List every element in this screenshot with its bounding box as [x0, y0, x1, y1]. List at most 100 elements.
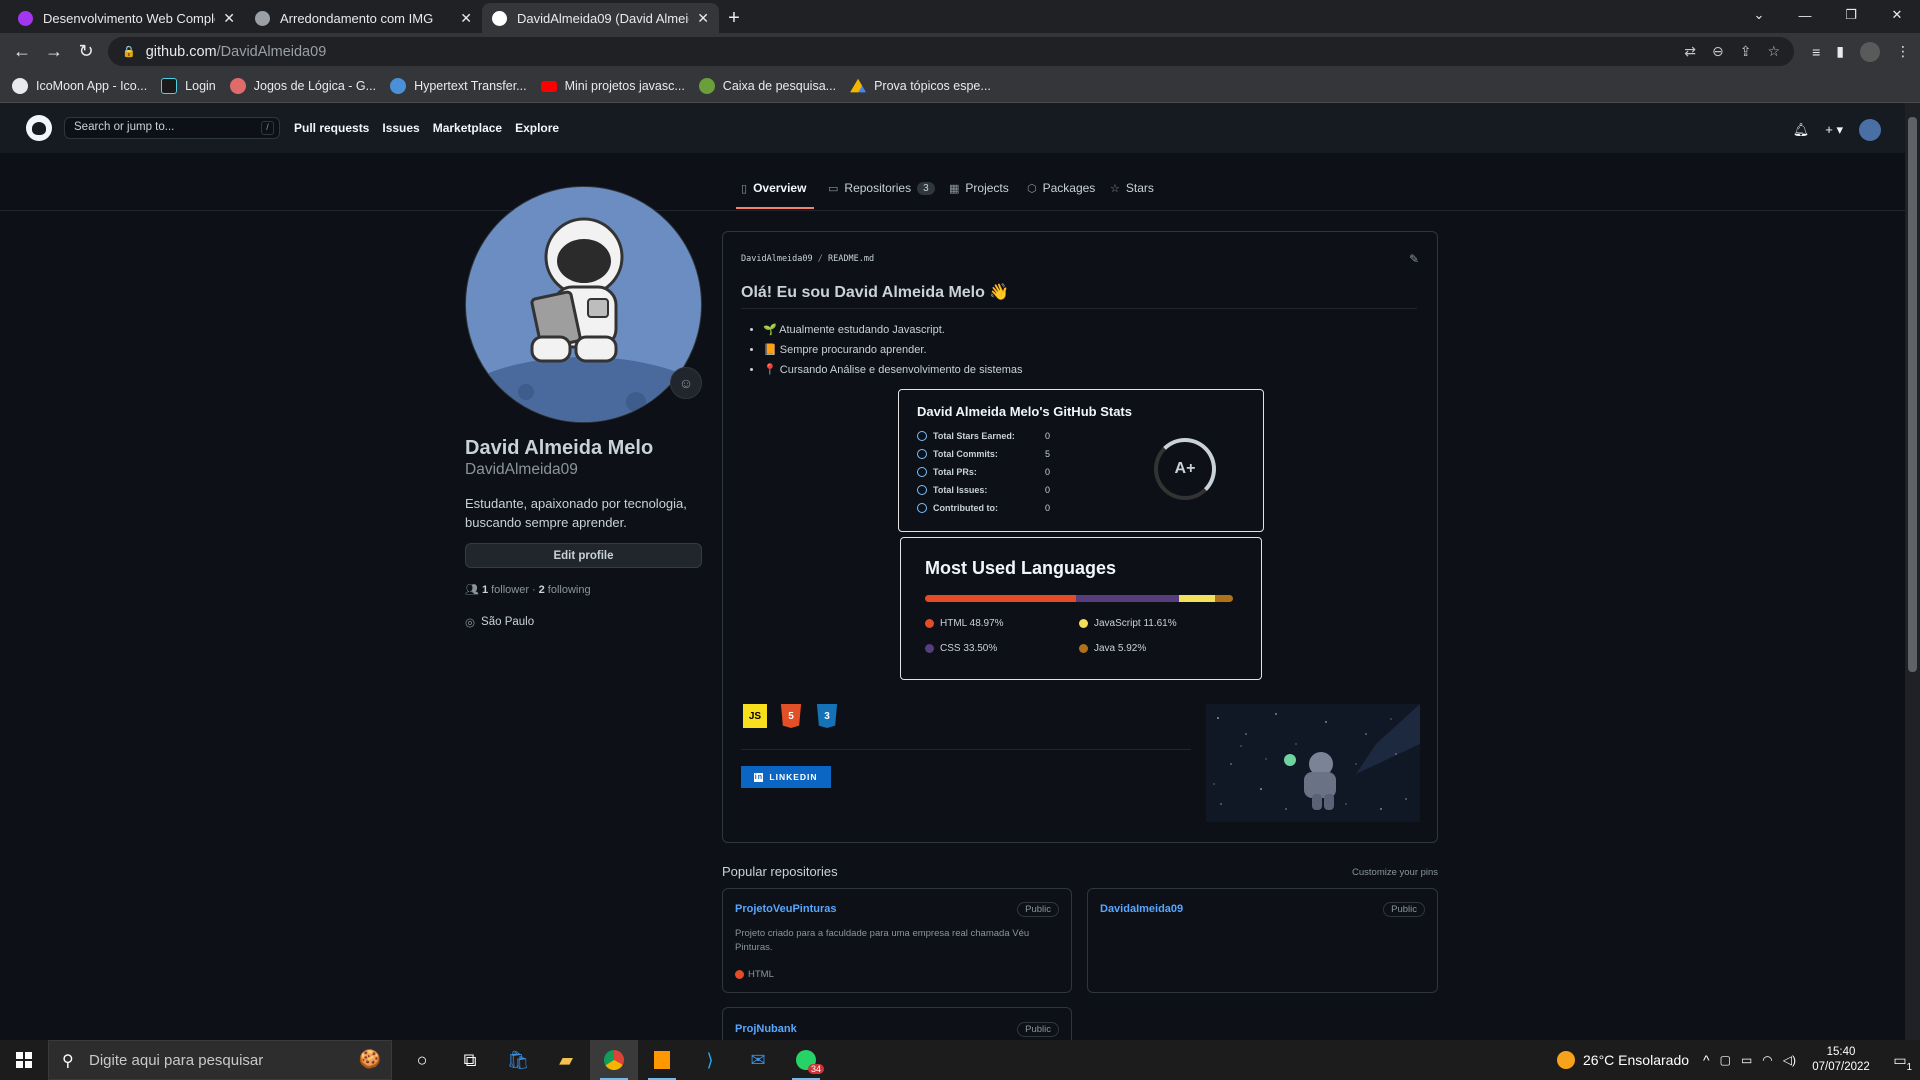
- tab-label: Packages: [1042, 181, 1096, 195]
- readme-owner-link[interactable]: DavidAlmeida09: [741, 254, 813, 264]
- followers-count[interactable]: 1: [482, 584, 488, 596]
- nav-pull-requests[interactable]: Pull requests: [294, 121, 369, 135]
- repo-name-link[interactable]: DavidaImeida09: [1100, 903, 1183, 915]
- restore-button[interactable]: ❐: [1828, 0, 1874, 30]
- close-tab-icon[interactable]: ✕: [223, 10, 235, 27]
- astronaut-space-gif: [1206, 704, 1420, 822]
- minimize-button[interactable]: —: [1782, 0, 1828, 30]
- bookmark-item[interactable]: Caixa de pesquisa...: [698, 78, 836, 94]
- cortana-icon[interactable]: ○: [398, 1040, 446, 1080]
- repo-card: DavidaImeida09 Public: [1087, 888, 1438, 993]
- close-tab-icon[interactable]: ✕: [460, 10, 472, 27]
- set-status-emoji-button[interactable]: ☺: [670, 367, 702, 399]
- javascript-logo-icon[interactable]: JS: [743, 704, 767, 728]
- tab-packages[interactable]: ⬡ Packages: [1027, 181, 1095, 195]
- back-icon[interactable]: ←: [6, 36, 38, 68]
- stat-value: 0: [1045, 503, 1051, 513]
- nav-explore[interactable]: Explore: [515, 121, 559, 135]
- create-new-icon[interactable]: + ▾: [1825, 122, 1843, 138]
- bookmark-item[interactable]: Mini projetos javasc...: [540, 79, 685, 93]
- zoom-icon[interactable]: ⊖: [1712, 43, 1724, 60]
- reload-icon[interactable]: ↻: [70, 36, 102, 68]
- bell-icon[interactable]: 🔔︎: [1793, 122, 1810, 138]
- vscode-icon[interactable]: ⟩: [686, 1040, 734, 1080]
- whatsapp-icon[interactable]: 34: [782, 1040, 830, 1080]
- followers-label[interactable]: follower: [491, 584, 529, 596]
- github-header: Search or jump to... / Pull requests Iss…: [0, 103, 1905, 153]
- edit-pencil-icon[interactable]: ✎: [1409, 252, 1419, 266]
- page-scrollbar[interactable]: [1905, 103, 1920, 1040]
- most-used-languages-card[interactable]: Most Used Languages HTML 48.97% CSS 33.5…: [900, 537, 1262, 680]
- browser-tab-active[interactable]: DavidAlmeida09 (David Almeida ✕: [482, 3, 719, 33]
- task-view-icon[interactable]: ⧉: [446, 1040, 494, 1080]
- stat-row: Total Commits: 5: [917, 449, 1050, 459]
- nav-marketplace[interactable]: Marketplace: [433, 121, 502, 135]
- file-explorer-icon[interactable]: ▰: [542, 1040, 590, 1080]
- bookmarks-bar: IcoMoon App - Ico... Login Jogos de Lógi…: [0, 70, 1920, 103]
- show-hidden-icons-chevron-icon[interactable]: ^: [1703, 1052, 1710, 1068]
- share-icon[interactable]: ⇪: [1740, 43, 1752, 60]
- profile-avatar[interactable]: [465, 186, 702, 423]
- scrollbar-thumb[interactable]: [1908, 117, 1917, 672]
- github-stats-card[interactable]: David Almeida Melo's GitHub Stats Total …: [898, 389, 1264, 532]
- wifi-icon[interactable]: ◠: [1762, 1053, 1772, 1067]
- search-input[interactable]: Search or jump to... /: [64, 117, 280, 139]
- bookmark-item[interactable]: Login: [161, 78, 216, 94]
- tab-overview[interactable]: ▯ Overview: [741, 181, 806, 195]
- reading-list-icon[interactable]: ≡: [1812, 44, 1820, 60]
- url-bar[interactable]: 🔒 github.com/DavidAlmeida09 ⇄ ⊖ ⇪ ☆: [108, 37, 1794, 66]
- windows-start-icon[interactable]: [0, 1040, 48, 1080]
- browser-tab[interactable]: Desenvolvimento Web Completo ✕: [8, 3, 245, 33]
- volume-icon[interactable]: ◁): [1783, 1053, 1796, 1067]
- nav-issues[interactable]: Issues: [382, 121, 419, 135]
- repo-name-link[interactable]: ProjetoVeuPinturas: [735, 903, 836, 915]
- follow-stats: 👥︎ 1 follower · 2 following: [465, 583, 591, 597]
- battery-icon[interactable]: ▭: [1741, 1053, 1752, 1067]
- active-tab-underline: [736, 207, 814, 209]
- new-tab-button[interactable]: +: [719, 3, 749, 33]
- table-icon: ▦: [949, 182, 960, 195]
- tech-badges: JS 5 3: [743, 704, 839, 728]
- html5-logo-icon[interactable]: 5: [780, 704, 802, 728]
- following-count[interactable]: 2: [539, 584, 545, 596]
- repo-name-link[interactable]: ProjNubank: [735, 1023, 797, 1035]
- translate-icon[interactable]: ⇄: [1684, 43, 1696, 60]
- bookmark-item[interactable]: IcoMoon App - Ico...: [12, 78, 147, 94]
- bookmark-item[interactable]: Prova tópicos espe...: [850, 78, 991, 94]
- chrome-menu-icon[interactable]: ⋮: [1896, 43, 1910, 60]
- forward-icon[interactable]: →: [38, 36, 70, 68]
- notifications-icon[interactable]: ▭ 1: [1880, 1052, 1920, 1073]
- tab-projects[interactable]: ▦ Projects: [949, 181, 1009, 195]
- close-window-button[interactable]: ✕: [1874, 0, 1920, 30]
- browser-tab[interactable]: Arredondamento com IMG ✕: [245, 3, 482, 33]
- profile-bio: Estudante, apaixonado por tecnologia, bu…: [465, 496, 687, 530]
- edit-profile-button[interactable]: Edit profile: [465, 543, 702, 568]
- linkedin-badge[interactable]: in LINKEDIN: [741, 766, 831, 788]
- bookmark-item[interactable]: Jogos de Lógica - G...: [229, 78, 376, 94]
- store-icon[interactable]: 🛍︎: [494, 1040, 542, 1080]
- taskbar-clock[interactable]: 15:40 07/07/2022: [1802, 1045, 1880, 1075]
- side-panel-icon[interactable]: ▮: [1836, 43, 1844, 60]
- window-controls: ⌄ — ❐ ✕: [1736, 0, 1920, 30]
- css3-logo-icon[interactable]: 3: [816, 704, 838, 728]
- mail-icon[interactable]: ✉: [734, 1040, 782, 1080]
- chrome-icon[interactable]: [590, 1040, 638, 1080]
- following-label[interactable]: following: [548, 584, 591, 596]
- tab-repositories[interactable]: ▭ Repositories 3: [828, 181, 935, 195]
- profile-avatar-icon[interactable]: [1860, 41, 1880, 62]
- tab-search-icon[interactable]: ⌄: [1736, 0, 1782, 30]
- weather-text[interactable]: 26°C Ensolarado: [1583, 1052, 1689, 1068]
- sublime-text-icon[interactable]: [638, 1040, 686, 1080]
- taskbar-search-input[interactable]: ⚲ Digite aqui para pesquisar 🍪: [48, 1040, 392, 1080]
- user-avatar[interactable]: [1859, 119, 1881, 141]
- customize-pins-link[interactable]: Customize your pins: [1352, 867, 1438, 878]
- bookmark-star-icon[interactable]: ☆: [1767, 43, 1780, 60]
- bookmark-item[interactable]: Hypertext Transfer...: [390, 78, 527, 94]
- meet-now-icon[interactable]: ▢: [1720, 1053, 1731, 1067]
- close-tab-icon[interactable]: ✕: [697, 10, 709, 27]
- readme-file-link[interactable]: README.md: [828, 254, 874, 264]
- weather-sun-icon[interactable]: [1557, 1051, 1576, 1069]
- github-favicon-icon: [492, 10, 507, 26]
- tab-stars[interactable]: ☆ Stars: [1110, 181, 1154, 195]
- github-logo-icon[interactable]: [26, 115, 52, 141]
